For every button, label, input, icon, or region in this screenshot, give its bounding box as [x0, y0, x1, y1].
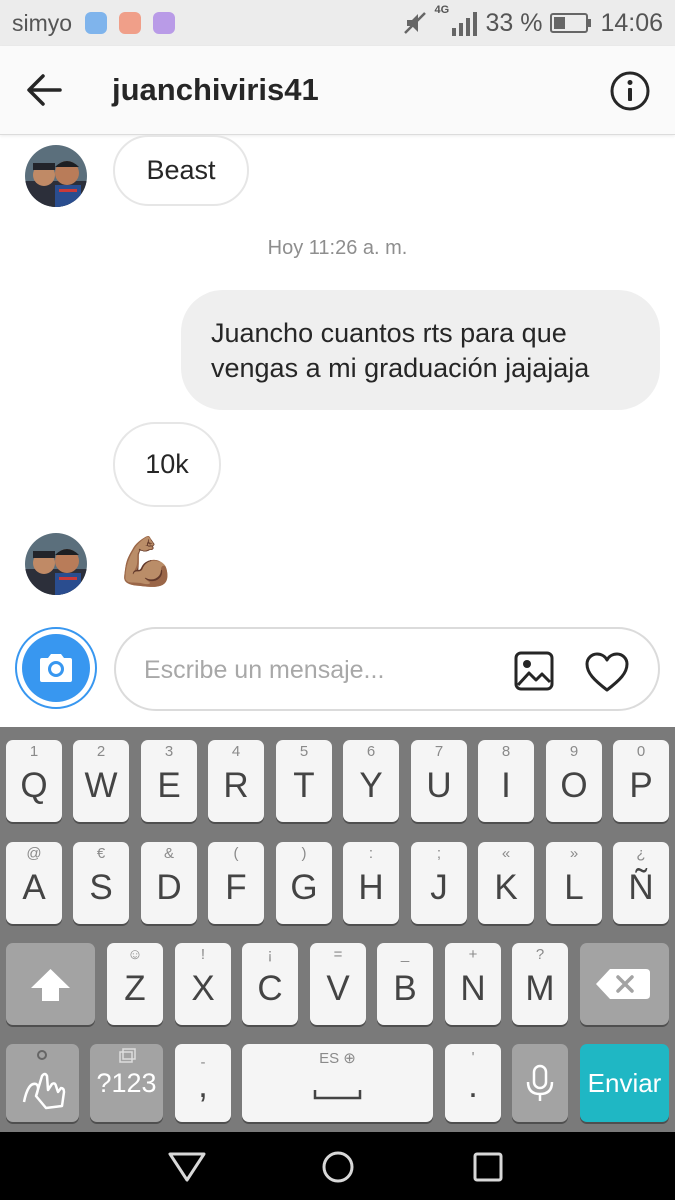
key-q[interactable]: 1Q: [6, 740, 62, 822]
camera-icon: [40, 654, 72, 682]
contact-avatar[interactable]: [25, 145, 87, 207]
circle-home-icon[interactable]: [318, 1150, 358, 1184]
triangle-back-icon[interactable]: [167, 1150, 207, 1184]
message-bubble[interactable]: 10k: [113, 422, 221, 507]
battery-icon: [550, 13, 592, 33]
key-x[interactable]: ! X: [175, 943, 231, 1025]
gesture-hand-icon: [22, 1050, 66, 1110]
square-recents-icon[interactable]: [468, 1150, 508, 1184]
key-g[interactable]: ) G: [276, 842, 332, 924]
key-w[interactable]: 2W: [73, 740, 129, 822]
key-h[interactable]: :H: [343, 842, 399, 924]
image-icon[interactable]: [514, 651, 554, 691]
message-input-container: [114, 627, 660, 711]
contact-avatar[interactable]: [25, 533, 87, 595]
conversation-header: juanchiviris41: [0, 46, 675, 135]
voice-input-key[interactable]: [512, 1044, 568, 1122]
key-l[interactable]: » L: [546, 842, 602, 924]
clock: 14:06: [600, 8, 663, 37]
key-m[interactable]: ? M: [512, 943, 568, 1025]
key-t[interactable]: 5T: [276, 740, 332, 822]
key-u[interactable]: 7U: [411, 740, 467, 822]
status-bar: simyo 4G 33 % 14:06: [0, 0, 675, 46]
signal-icon: 4G: [434, 4, 478, 36]
arrow-left-icon[interactable]: [22, 70, 66, 110]
shift-key[interactable]: [6, 943, 95, 1025]
key-e[interactable]: 3E: [141, 740, 197, 822]
key-n-tilde[interactable]: ¿ Ñ: [613, 842, 669, 924]
key-a[interactable]: @ A: [6, 842, 62, 924]
emoji-message[interactable]: 💪🏽: [116, 528, 176, 594]
key-i[interactable]: 8I: [478, 740, 534, 822]
key-k[interactable]: «K: [478, 842, 534, 924]
message-composer: [0, 625, 675, 727]
calendar-notification-icon: [153, 12, 175, 34]
clipboard-icon: [119, 1048, 136, 1063]
sent-message-bubble[interactable]: Juancho cuantos rts para que vengas a mi…: [181, 290, 660, 410]
shift-arrow-icon: [31, 969, 70, 1001]
key-o[interactable]: 9O: [546, 740, 602, 822]
key-r[interactable]: 4R: [208, 740, 264, 822]
message-text-line: vengas a mi graduación jajajaja: [211, 353, 590, 383]
microphone-icon: [526, 1064, 554, 1101]
space-key[interactable]: ES ⊕: [242, 1044, 433, 1122]
message-text: 10k: [145, 449, 189, 479]
backspace-key[interactable]: [580, 943, 669, 1025]
backspace-icon: [596, 969, 650, 999]
message-input[interactable]: [142, 649, 486, 691]
mute-icon: [404, 12, 427, 34]
key-y[interactable]: 6Y: [343, 740, 399, 822]
key-n[interactable]: + N: [445, 943, 501, 1025]
key-p[interactable]: 0P: [613, 740, 669, 822]
mail-notification-icon: [119, 12, 141, 34]
key-d[interactable]: & D: [141, 842, 197, 924]
handwriting-key[interactable]: [6, 1044, 79, 1122]
comma-key[interactable]: - ,: [175, 1044, 231, 1122]
message-bubble[interactable]: Beast: [113, 135, 249, 206]
network-type: 4G: [434, 4, 450, 16]
period-key[interactable]: ' .: [445, 1044, 501, 1122]
key-c[interactable]: ¡ C: [242, 943, 298, 1025]
camera-button[interactable]: [15, 627, 97, 709]
message-thread: Beast Hoy 11:26 a. m. Juancho cuantos rt…: [0, 135, 675, 625]
symbols-key[interactable]: ?123: [90, 1044, 163, 1122]
message-timestamp: Hoy 11:26 a. m.: [267, 237, 408, 259]
conversation-username[interactable]: juanchiviris41: [112, 72, 319, 108]
emoji-text: 💪🏽: [116, 535, 176, 589]
carrier-name: simyo: [12, 10, 73, 36]
key-s[interactable]: € S: [73, 842, 129, 924]
onscreen-keyboard: 1Q 2W 3E 4R 5T 6Y 7U 8I 9O 0P @ A € S & D (…: [0, 727, 675, 1132]
space-bar-icon: [313, 1090, 362, 1100]
maps-notification-icon: [85, 12, 107, 34]
send-key[interactable]: Enviar: [580, 1044, 669, 1122]
heart-icon[interactable]: [584, 651, 630, 693]
info-circle-icon[interactable]: [609, 70, 651, 112]
key-j[interactable]: ; J: [411, 842, 467, 924]
battery-percent: 33 %: [485, 8, 543, 37]
key-b[interactable]: _ B: [377, 943, 433, 1025]
key-v[interactable]: = V: [310, 943, 366, 1025]
system-navigation-bar: [0, 1132, 675, 1200]
key-f[interactable]: (F: [208, 842, 264, 924]
key-z[interactable]: ☺ Z: [107, 943, 163, 1025]
message-text-line: Juancho cuantos rts para que: [211, 318, 567, 348]
message-text: Beast: [146, 155, 216, 185]
